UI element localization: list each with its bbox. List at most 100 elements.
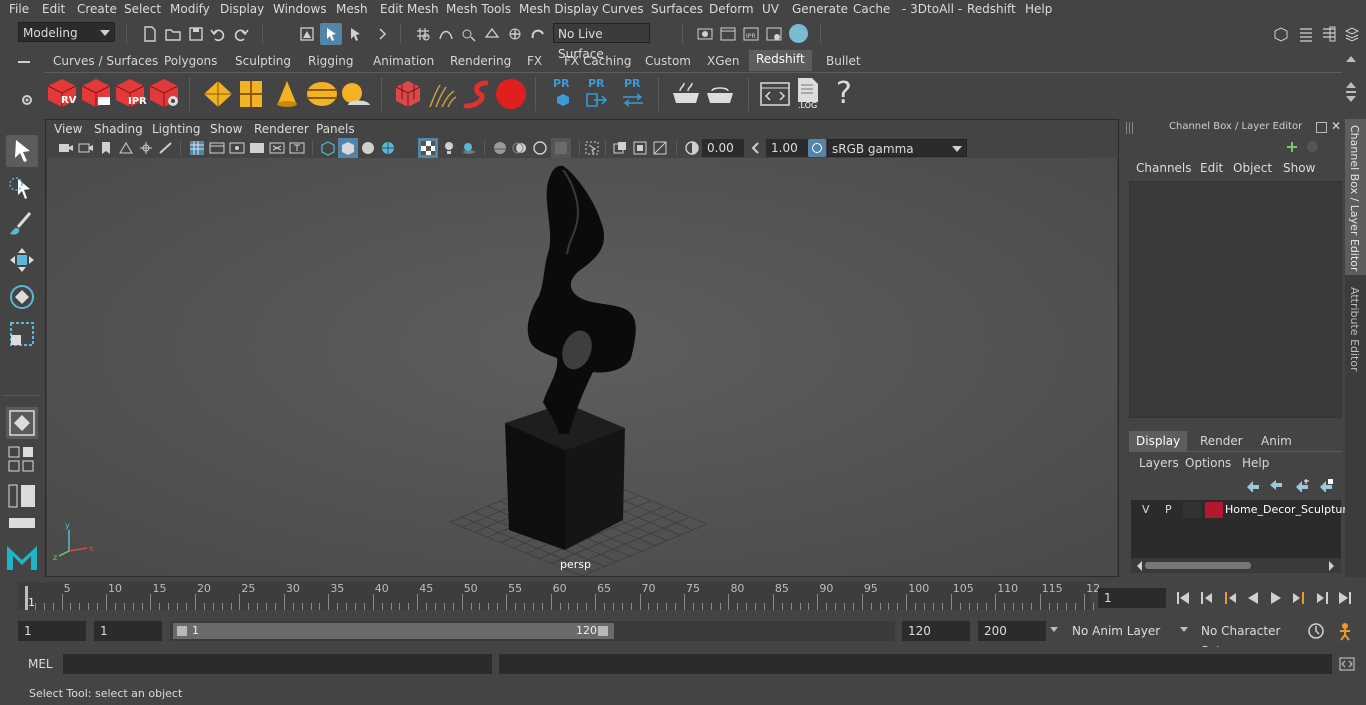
viewport-canvas[interactable]: y x z persp <box>47 158 1117 576</box>
shelf-scroll-icon[interactable] <box>1344 80 1358 110</box>
go-to-start-icon[interactable] <box>1175 590 1191 606</box>
anti-aliasing-icon[interactable] <box>532 140 548 156</box>
rs-batch-render-icon[interactable] <box>80 77 112 109</box>
arrow-right-icon[interactable] <box>374 25 392 43</box>
isolate-select-icon[interactable] <box>584 140 600 156</box>
select-by-object-button[interactable] <box>320 23 342 45</box>
gate-mask-icon[interactable] <box>249 141 265 155</box>
menu-3dtoall[interactable]: - 3DtoAll - <box>902 2 962 16</box>
command-language-toggle[interactable]: MEL <box>28 657 53 671</box>
viewport-menu-renderer[interactable]: Renderer <box>254 122 309 136</box>
rs-bake-set-icon[interactable] <box>704 81 736 107</box>
range-slider-handle[interactable]: 1 120 <box>173 623 614 639</box>
chevron-down-icon[interactable] <box>1180 627 1188 632</box>
menu-redshift[interactable]: Redshift <box>967 2 1016 16</box>
color-management-toggle[interactable] <box>808 139 826 157</box>
snap-point-icon[interactable] <box>460 25 478 43</box>
undo-icon[interactable] <box>209 25 227 43</box>
live-surface-field[interactable]: No Live Surface <box>553 23 650 61</box>
tab-render-layers[interactable]: Render <box>1193 431 1250 451</box>
hypershade-icon[interactable] <box>789 24 808 43</box>
new-layer-icon[interactable] <box>1294 478 1310 492</box>
snap-grid-icon[interactable] <box>414 25 432 43</box>
safe-action-icon[interactable] <box>289 141 305 155</box>
rs-portal-light-icon[interactable] <box>238 79 264 109</box>
layer-visibility-toggle[interactable]: V <box>1142 503 1150 516</box>
tab-polygons[interactable]: Polygons <box>157 52 224 71</box>
tab-rendering[interactable]: Rendering <box>443 52 518 71</box>
key-icon[interactable] <box>1284 139 1300 155</box>
mode-selector[interactable]: Modeling <box>18 22 115 42</box>
xray-joints-icon[interactable] <box>632 140 648 156</box>
tab-fx[interactable]: FX <box>520 52 549 71</box>
layout-quad-button[interactable] <box>7 445 37 475</box>
rotate-tool-button[interactable] <box>6 281 38 313</box>
auto-key-icon[interactable] <box>1307 622 1325 640</box>
panel-grip-icon[interactable] <box>1126 122 1138 134</box>
animation-preferences-icon[interactable] <box>1335 621 1355 641</box>
select-by-component-icon[interactable] <box>346 25 364 43</box>
menu-surfaces[interactable]: Surfaces <box>651 2 703 16</box>
menu-edit[interactable]: Edit <box>42 2 65 16</box>
tab-redshift[interactable]: Redshift <box>749 50 812 71</box>
anim-layer-dropdown[interactable]: No Anim Layer <box>1068 621 1178 641</box>
last-tool-button[interactable] <box>6 407 38 439</box>
scroll-thumb[interactable] <box>1145 562 1251 569</box>
bookmark-icon[interactable] <box>100 141 112 155</box>
smooth-shade-button[interactable] <box>338 138 358 158</box>
scale-tool-button[interactable] <box>6 318 38 350</box>
depth-of-field-button[interactable] <box>551 138 571 158</box>
channel-menu-channels[interactable]: Channels <box>1136 161 1192 175</box>
menu-mesh[interactable]: Mesh <box>336 2 368 16</box>
rs-sun-sky-icon[interactable] <box>340 79 372 109</box>
snap-view-plane-icon[interactable] <box>483 25 501 43</box>
tab-display-layers[interactable]: Display <box>1129 431 1188 451</box>
viewport-menu-show[interactable]: Show <box>210 122 242 136</box>
scene-end-field[interactable]: 200 <box>978 621 1046 641</box>
tab-fx-caching[interactable]: FX Caching <box>557 52 638 71</box>
paint-select-tool-button[interactable] <box>6 208 38 240</box>
redo-icon[interactable] <box>232 25 250 43</box>
menu-create[interactable]: Create <box>77 2 117 16</box>
rs-script-icon[interactable] <box>760 79 790 109</box>
snap-magnet-icon[interactable] <box>529 25 547 43</box>
move-tool-button[interactable] <box>6 244 38 276</box>
wireframe-on-shaded-icon[interactable] <box>380 140 396 156</box>
motion-blur-icon[interactable] <box>512 140 528 156</box>
layer-playback-toggle[interactable]: P <box>1165 503 1172 516</box>
tab-anim-layers[interactable]: Anim <box>1254 431 1299 451</box>
xray-components-icon[interactable] <box>652 140 668 156</box>
viewport-menu-lighting[interactable]: Lighting <box>152 122 201 136</box>
ipr-render-icon[interactable]: IPR <box>742 25 760 43</box>
layer-display-type[interactable] <box>1183 502 1201 518</box>
shelf-settings-icon[interactable] <box>20 93 34 107</box>
view-transform-dropdown[interactable]: sRGB gamma <box>827 139 967 157</box>
channel-box-icon[interactable] <box>1343 25 1361 43</box>
channel-list[interactable] <box>1129 181 1342 418</box>
menu-uv[interactable]: UV <box>762 2 779 16</box>
playback-end-field[interactable]: 120 <box>902 621 970 641</box>
select-tool-button[interactable] <box>6 135 38 167</box>
render-region-icon[interactable] <box>696 25 714 43</box>
rs-volume-icon[interactable] <box>462 79 494 109</box>
layout-single-button[interactable] <box>7 517 37 529</box>
move-layer-down-icon[interactable] <box>1268 478 1284 492</box>
image-plane-icon[interactable] <box>118 141 134 155</box>
go-to-end-icon[interactable] <box>1337 590 1353 606</box>
use-all-lights-icon[interactable] <box>441 140 457 156</box>
tab-rigging[interactable]: Rigging <box>301 52 360 71</box>
scroll-left-icon[interactable] <box>1137 561 1142 571</box>
scene-start-field[interactable]: 1 <box>18 621 86 641</box>
viewport-menu-view[interactable]: View <box>54 122 82 136</box>
rs-physical-light-icon[interactable] <box>272 79 302 109</box>
tab-custom[interactable]: Custom <box>638 52 698 71</box>
new-scene-icon[interactable] <box>141 25 159 43</box>
wireframe-icon[interactable] <box>320 140 336 156</box>
layer-menu-help[interactable]: Help <box>1242 456 1269 470</box>
save-scene-icon[interactable] <box>187 25 205 43</box>
render-settings-icon[interactable] <box>765 25 783 43</box>
tab-curves-surfaces[interactable]: Curves / Surfaces <box>46 52 165 71</box>
rs-proxy-icon[interactable] <box>394 79 422 109</box>
channel-menu-object[interactable]: Object <box>1233 161 1272 175</box>
step-forward-key-icon[interactable] <box>1291 590 1307 606</box>
